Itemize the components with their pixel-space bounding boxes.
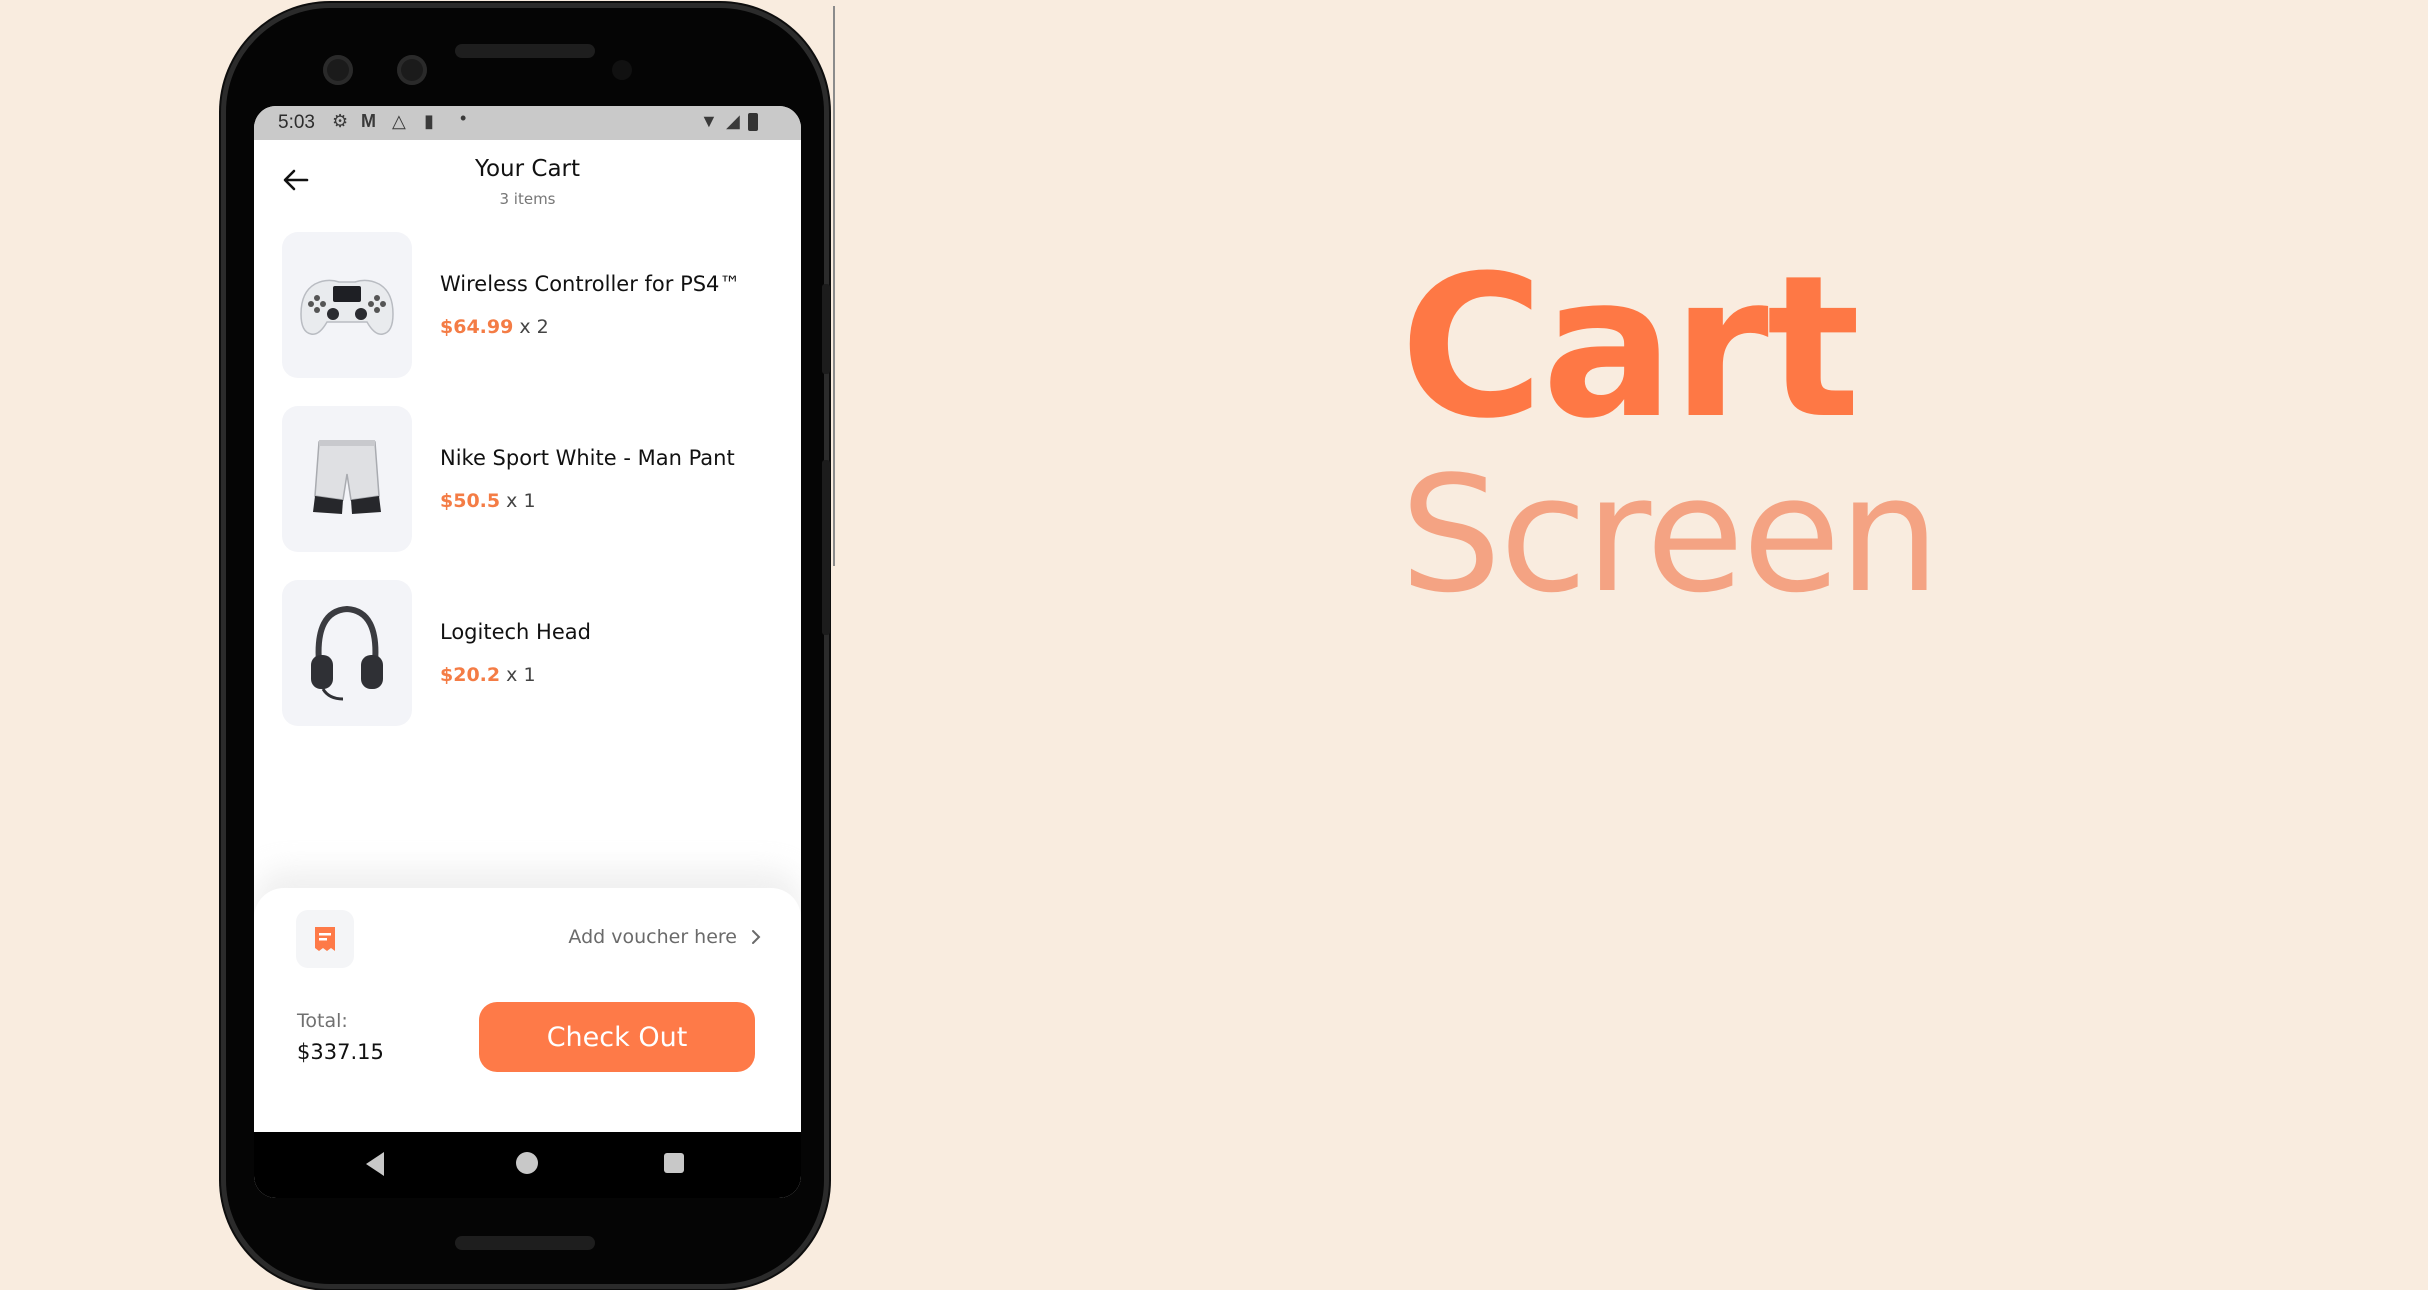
top-speaker: [455, 44, 595, 58]
promo-subtitle: Screen: [1400, 441, 1940, 628]
sd-card-icon: ▮: [424, 111, 434, 131]
battery-icon: [748, 113, 758, 131]
divider-line: [833, 6, 835, 566]
page-title: Your Cart: [474, 156, 581, 182]
app-screen: 5:03 ⚙ M △ ▮ • ▼ ◢ Your Cart 3 items Wir…: [254, 106, 801, 1198]
item-price: $50.5: [440, 490, 501, 512]
dot-icon: •: [460, 108, 467, 128]
volume-button: [822, 460, 830, 635]
shorts-icon: [313, 440, 381, 514]
item-quantity: x 1: [506, 664, 536, 686]
item-name: Logitech Head: [440, 620, 591, 644]
wifi-icon: ▼: [700, 111, 718, 131]
signal-icon: ◢: [726, 111, 740, 131]
nav-recents-icon[interactable]: [664, 1153, 684, 1173]
sensor-icon: [323, 55, 353, 85]
add-voucher-link[interactable]: Add voucher here: [568, 926, 761, 948]
drive-icon: △: [392, 111, 406, 131]
total-value: $337.15: [297, 1040, 384, 1064]
product-image: [282, 580, 412, 726]
total-label: Total:: [297, 1010, 348, 1032]
product-image: [282, 232, 412, 378]
nav-back-icon[interactable]: [366, 1152, 384, 1176]
item-price-line: $20.2 x 1: [440, 664, 536, 686]
camera-icon: [397, 55, 427, 85]
gamepad-icon: [300, 279, 394, 335]
gmail-icon: M: [361, 111, 376, 131]
voucher-label: Add voucher here: [568, 926, 737, 948]
item-price-line: $50.5 x 1: [440, 490, 536, 512]
promo-title: Cart: [1400, 234, 1860, 462]
receipt-icon: [315, 927, 335, 951]
power-button: [822, 284, 830, 374]
status-time: 5:03: [278, 112, 315, 133]
item-count: 3 items: [499, 190, 556, 208]
item-price: $64.99: [440, 316, 514, 338]
bottom-speaker: [455, 1236, 595, 1250]
checkout-panel: Add voucher here Total: $337.15 Check Ou…: [254, 888, 801, 1138]
navigation-bar: [254, 1132, 801, 1198]
item-price: $20.2: [440, 664, 501, 686]
voucher-icon-button[interactable]: [296, 910, 354, 968]
check-out-button[interactable]: Check Out: [479, 1002, 755, 1072]
cart-item[interactable]: Nike Sport White - Man Pant $50.5 x 1: [282, 406, 782, 554]
item-name: Nike Sport White - Man Pant: [440, 446, 735, 470]
item-price-line: $64.99 x 2: [440, 316, 549, 338]
item-name: Wireless Controller for PS4™: [440, 272, 741, 296]
headphones-icon: [311, 605, 383, 701]
nav-home-icon[interactable]: [516, 1152, 538, 1174]
chevron-right-icon: [752, 930, 761, 944]
status-bar: 5:03 ⚙ M △ ▮ • ▼ ◢: [254, 106, 801, 140]
cart-header: Your Cart 3 items: [254, 140, 801, 230]
gear-icon: ⚙: [332, 111, 349, 131]
front-camera-icon: [612, 60, 632, 80]
item-quantity: x 2: [519, 316, 549, 338]
item-quantity: x 1: [506, 490, 536, 512]
canvas: 5:03 ⚙ M △ ▮ • ▼ ◢ Your Cart 3 items Wir…: [0, 0, 2428, 1290]
cart-item[interactable]: Wireless Controller for PS4™ $64.99 x 2: [282, 232, 782, 380]
cart-item[interactable]: Logitech Head $20.2 x 1: [282, 580, 782, 728]
product-image: [282, 406, 412, 552]
